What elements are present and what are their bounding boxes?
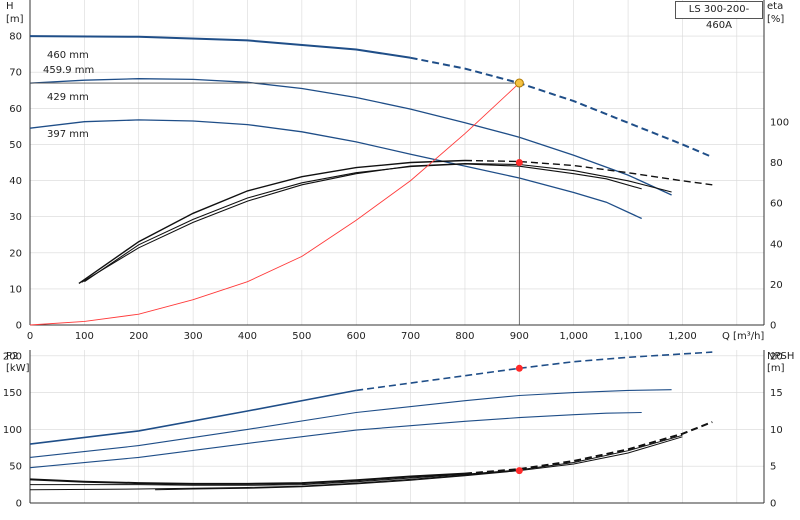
p2-tick-label: 150 (3, 388, 22, 399)
p2-tick-label: 100 (3, 425, 22, 436)
diameter-label-397: 397 mm (47, 129, 89, 140)
x-tick-label: 900 (510, 331, 529, 342)
p2-tick-label: 50 (9, 462, 22, 473)
x-tick-label: 1,000 (559, 331, 588, 342)
P2-397-curve (29, 411, 642, 469)
x-tick-label: 500 (292, 331, 311, 342)
y-left-tick-label: 50 (9, 140, 22, 151)
y-left-tick-label: 70 (9, 68, 22, 79)
diameter-label-460: 460 mm (47, 50, 89, 61)
y-right-tick-label: 20 (770, 280, 783, 291)
diameter-label-429: 429 mm (47, 92, 89, 103)
y-right-unit: [%] (767, 14, 784, 25)
y-left-tick-label: 40 (9, 176, 22, 187)
op-eff-point (515, 159, 523, 166)
P2-460-curve-dashed (356, 351, 713, 392)
op-p2-point (515, 364, 523, 372)
eff-460-curve-solid (78, 159, 466, 284)
top-axes: 0 100 200 300 400 500 600 700 800 900 1,000 1,100 1,… (6, 0, 789, 342)
bottom-curves (29, 351, 713, 491)
npsh-tick-label: 5 (770, 462, 776, 473)
y-left-tick-label: 60 (9, 104, 22, 115)
top-grid (29, 0, 764, 326)
op-head-point (514, 78, 524, 88)
p2-tick-label: 0 (16, 499, 22, 510)
NPSH-a-curve-dashed (464, 421, 713, 475)
y-left-tick-label: 30 (9, 212, 22, 223)
head-curve-429mm (29, 78, 672, 196)
y-left-title: H (6, 1, 14, 12)
y-left-unit: [m] (6, 14, 24, 25)
eff-397-curve (84, 163, 642, 283)
y-left-tick-label: 0 (16, 321, 22, 332)
x-tick-label: 700 (401, 331, 420, 342)
p2-unit: [kW] (6, 363, 30, 374)
npsh-title: NPSH (767, 351, 794, 362)
x-tick-label: 100 (75, 331, 94, 342)
y-right-tick-label: 60 (770, 199, 783, 210)
model-label: LS 300-200-460A (675, 1, 763, 31)
x-tick-label: 800 (455, 331, 474, 342)
npsh-tick-label: 0 (770, 499, 776, 510)
x-tick-label: 200 (129, 331, 148, 342)
y-right-title: eta (767, 1, 783, 12)
x-tick-label: 400 (238, 331, 257, 342)
npsh-unit: [m] (767, 363, 785, 374)
x-tick-label: 1,100 (614, 331, 643, 342)
x-tick-label: 600 (347, 331, 366, 342)
y-left-tick-label: 10 (9, 284, 22, 295)
y-left-tick-label: 20 (9, 248, 22, 259)
pump-performance-chart: 0 100 200 300 400 500 600 700 800 900 1,000 1,100 1,… (3, 0, 794, 510)
head-curve-397mm (29, 119, 642, 220)
y-right-tick-label: 0 (770, 321, 776, 332)
y-right-tick-label: 80 (770, 158, 783, 169)
op-npsh-point (515, 467, 523, 475)
npsh-tick-label: 15 (770, 388, 783, 399)
y-right-tick-label: 40 (770, 239, 783, 250)
bottom-axes: 05010015020005101520P2[kW]NPSH[m] (3, 350, 794, 510)
x-tick-label: 0 (27, 331, 33, 342)
eff-429-curve (81, 162, 672, 283)
p2-title: P2 (6, 351, 18, 362)
x-tick-label: 1,200 (668, 331, 697, 342)
y-left-tick-label: 80 (9, 32, 22, 43)
diameter-label-4599: 459.9 mm (43, 65, 94, 76)
x-tick-label: 300 (184, 331, 203, 342)
y-right-tick-label: 100 (770, 117, 789, 128)
x-axis-title: Q [m³/h] (722, 331, 764, 342)
head-curve-460mm-dashed (410, 56, 713, 159)
npsh-tick-label: 10 (770, 425, 783, 436)
chart-labels: 460 mm 459.9 mm 429 mm 397 mm (43, 50, 94, 140)
P2-429-curve (29, 389, 672, 458)
